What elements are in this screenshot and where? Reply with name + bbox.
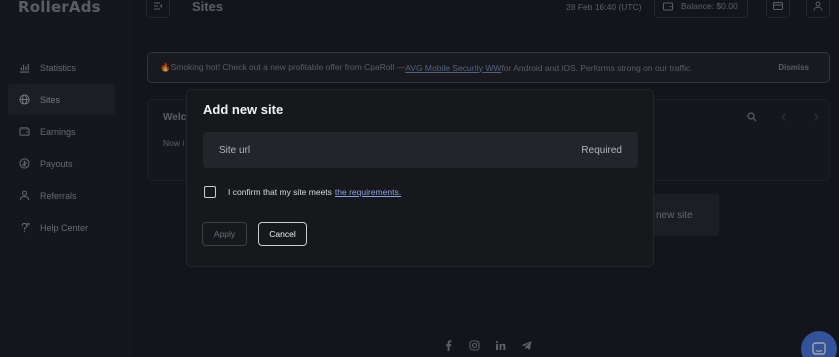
confirm-checkbox[interactable] xyxy=(204,186,216,198)
site-url-field[interactable]: Required xyxy=(203,132,638,168)
confirm-text: I confirm that my site meets xyxy=(228,187,332,197)
site-url-input[interactable] xyxy=(219,144,519,156)
cancel-button[interactable]: Cancel xyxy=(258,222,307,246)
requirements-link[interactable]: the requirements. xyxy=(335,187,401,197)
required-label: Required xyxy=(581,144,622,156)
confirm-requirements-row: I confirm that my site meets the require… xyxy=(204,186,401,198)
apply-button[interactable]: Apply xyxy=(202,222,247,246)
add-site-modal: Add new site Required I confirm that my … xyxy=(186,89,654,267)
modal-title: Add new site xyxy=(203,102,284,117)
